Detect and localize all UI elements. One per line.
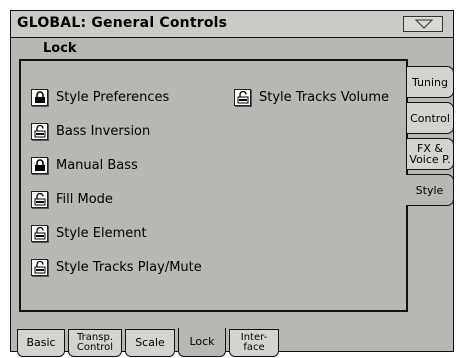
- tab-label: Control: [410, 111, 450, 125]
- lock-panel: Style Preferences Style Tracks Volume Ba…: [19, 59, 408, 312]
- lock-item-label: Manual Bass: [56, 157, 138, 173]
- tab-label: Lock: [189, 335, 215, 348]
- tab-lock[interactable]: Lock: [178, 328, 226, 357]
- lock-checkbox[interactable]: [31, 88, 48, 106]
- lock-item-label: Bass Inversion: [56, 123, 151, 139]
- lock-checkbox[interactable]: [31, 122, 48, 140]
- lock-item-fill-mode[interactable]: Fill Mode: [31, 188, 113, 210]
- tab-transp-control[interactable]: Transp. Control: [68, 329, 122, 357]
- lock-item-style-element[interactable]: Style Element: [31, 222, 147, 244]
- tab-label-wrap: FX & Voice P.: [409, 143, 450, 165]
- lock-item-label: Style Preferences: [56, 89, 170, 105]
- tab-label-line2: Control: [76, 342, 114, 353]
- tab-label: Basic: [26, 336, 56, 349]
- lock-checkbox[interactable]: [31, 190, 48, 208]
- page-menu-button[interactable]: [403, 16, 443, 32]
- tab-label-line2: Voice P.: [409, 153, 451, 166]
- tab-scale[interactable]: Scale: [125, 329, 175, 357]
- tab-label-wrap: Transp. Control: [77, 333, 113, 353]
- lock-open-icon: [34, 260, 46, 273]
- lock-checkbox[interactable]: [31, 224, 48, 242]
- tab-label-line2: face: [243, 342, 265, 353]
- title-bar: GLOBAL: General Controls: [11, 11, 453, 38]
- lock-item-label: Style Tracks Volume: [259, 89, 390, 105]
- lock-open-icon: [237, 90, 249, 103]
- lock-open-icon: [34, 124, 46, 137]
- lock-item-bass-inversion[interactable]: Bass Inversion: [31, 120, 150, 142]
- tab-label-wrap: Inter- face: [241, 333, 267, 353]
- lock-checkbox[interactable]: [31, 258, 48, 276]
- tab-label: Style: [415, 183, 444, 197]
- section-label: Lock: [43, 41, 77, 56]
- tab-control[interactable]: Control: [406, 102, 454, 134]
- lock-closed-icon: [35, 158, 45, 171]
- lock-item-label: Fill Mode: [56, 191, 113, 207]
- lock-item-style-tracks-play-mute[interactable]: Style Tracks Play/Mute: [31, 256, 202, 278]
- lock-checkbox[interactable]: [31, 156, 48, 174]
- lock-item-label: Style Tracks Play/Mute: [56, 259, 202, 275]
- lock-item-manual-bass[interactable]: Manual Bass: [31, 154, 138, 176]
- lock-closed-icon: [35, 90, 45, 103]
- tab-basic[interactable]: Basic: [17, 329, 65, 357]
- tab-interface[interactable]: Inter- face: [229, 329, 279, 357]
- triangle-down-icon: [415, 19, 433, 29]
- lock-open-icon: [34, 226, 46, 239]
- lock-checkbox[interactable]: [234, 88, 251, 106]
- lock-item-style-tracks-volume[interactable]: Style Tracks Volume: [234, 86, 389, 108]
- page-title: GLOBAL: General Controls: [17, 15, 228, 31]
- lock-item-style-preferences[interactable]: Style Preferences: [31, 86, 169, 108]
- tab-tuning[interactable]: Tuning: [406, 66, 454, 98]
- lock-open-icon: [34, 192, 46, 205]
- tab-label: Tuning: [411, 75, 448, 89]
- tab-label: Scale: [135, 336, 165, 349]
- global-general-controls-page: GLOBAL: General Controls Lock Style Pref…: [10, 10, 454, 357]
- lock-item-label: Style Element: [56, 225, 147, 241]
- tab-style[interactable]: Style: [406, 174, 454, 206]
- tab-fx-voice-p[interactable]: FX & Voice P.: [406, 138, 454, 170]
